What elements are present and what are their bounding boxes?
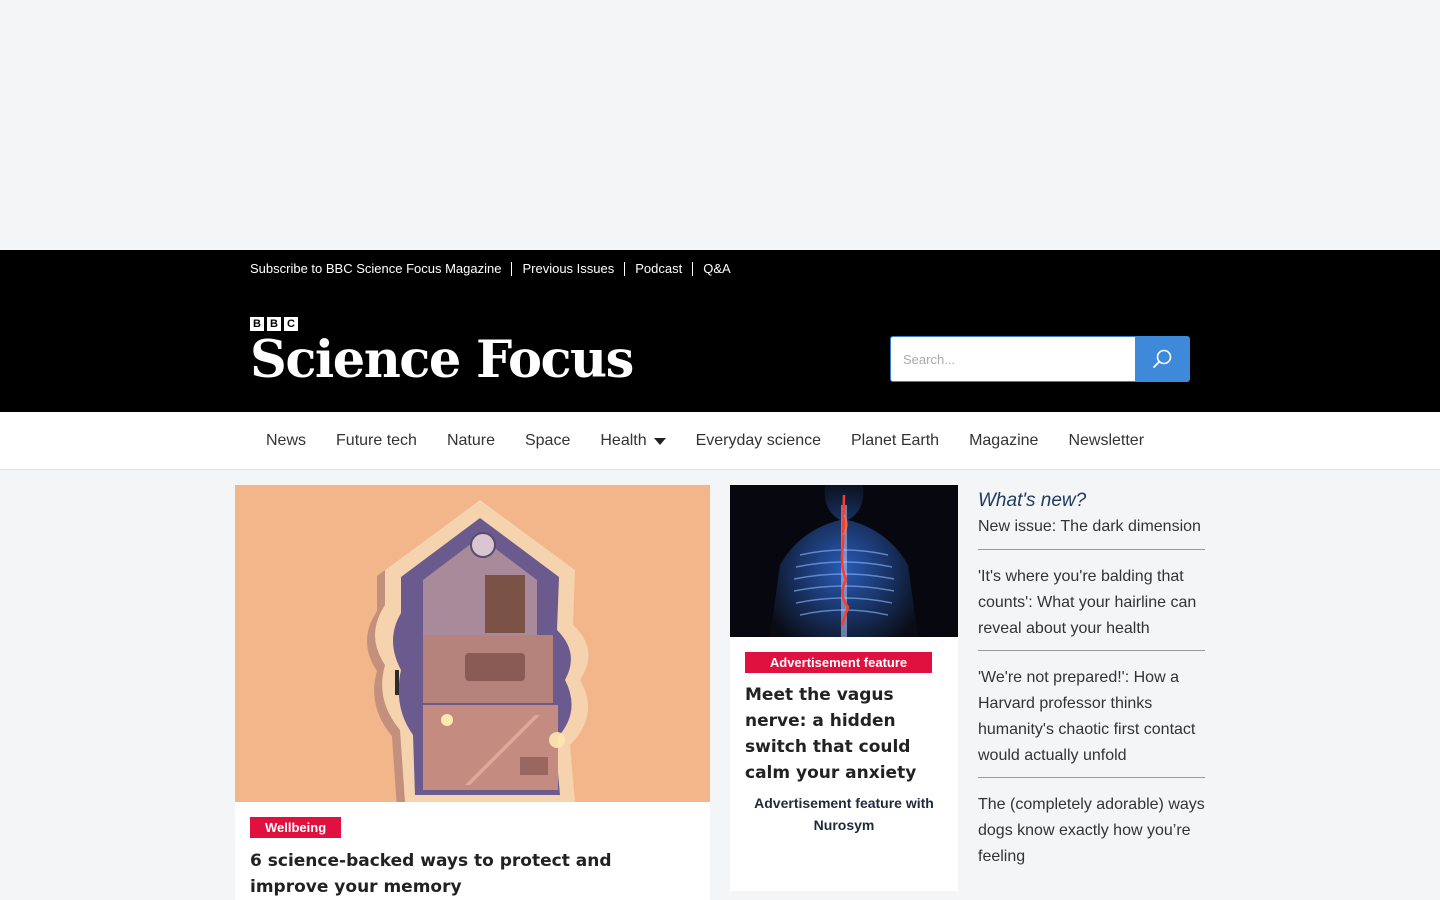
whats-new-heading: What's new? (978, 490, 1087, 511)
whats-new-item[interactable]: The (completely adorable) ways dogs know… (978, 792, 1205, 878)
category-tag[interactable]: Wellbeing (250, 817, 342, 838)
sponsor-label: Advertisement feature with Nurosym (754, 795, 934, 833)
nav-item-planet-earth[interactable]: Planet Earth (836, 432, 954, 450)
nav-item-label: Nature (446, 432, 495, 449)
advertisement-space (0, 0, 1440, 250)
nav-item-label: Newsletter (1068, 432, 1145, 449)
nav-item-label: Space (524, 432, 571, 449)
nav-item-label: Magazine (969, 432, 1039, 449)
subscribe-link[interactable]: Subscribe to BBC Science Focus Magazine (250, 262, 511, 276)
site-logo[interactable]: B B C Science Focus (250, 317, 634, 390)
nav-item-future-tech[interactable]: Future tech (321, 432, 432, 450)
nav-item-newsletter[interactable]: Newsletter (1053, 432, 1159, 450)
nav-item-nature[interactable]: Nature (432, 432, 510, 450)
nav-item-magazine[interactable]: Magazine (954, 432, 1053, 450)
top-links: Subscribe to BBC Science Focus Magazine … (250, 262, 741, 276)
qa-link[interactable]: Q&A (692, 262, 740, 276)
whats-new-panel: What's new? New issue: The dark dimensio… (978, 488, 1205, 892)
masthead: Subscribe to BBC Science Focus Magazine … (0, 250, 1440, 412)
house-head-illustration (235, 485, 710, 802)
article-image-vagus-nerve[interactable] (730, 485, 958, 637)
search-icon (1152, 349, 1171, 368)
main-navigation: News Future tech Nature Space Health Eve… (0, 412, 1440, 470)
nav-item-news[interactable]: News (251, 432, 321, 450)
main-article-card[interactable]: Wellbeing 6 science-backed ways to prote… (235, 485, 710, 900)
podcast-link[interactable]: Podcast (624, 262, 692, 276)
article-title[interactable]: 6 science-backed ways to protect and imp… (250, 848, 695, 900)
search-input[interactable] (890, 336, 1135, 382)
bbc-block-b2: B (267, 317, 281, 331)
whats-new-item[interactable]: New issue: The dark dimension (978, 514, 1205, 550)
article-image-house-illustration[interactable] (235, 485, 710, 802)
nav-item-space[interactable]: Space (510, 432, 585, 450)
bbc-block-c: C (284, 317, 298, 331)
xray-torso-illustration (730, 485, 958, 637)
advertisement-tag: Advertisement feature (745, 652, 932, 673)
previous-issues-link[interactable]: Previous Issues (511, 262, 624, 276)
nav-item-label: Everyday science (695, 432, 821, 449)
whats-new-item[interactable]: 'It's where you're balding that counts':… (978, 564, 1205, 651)
caret-down-icon (653, 437, 666, 445)
nav-item-label: Health (600, 432, 647, 449)
nav-item-health[interactable]: Health (585, 432, 680, 450)
bbc-block-b1: B (250, 317, 264, 331)
nav-item-label: Planet Earth (851, 432, 940, 449)
ad-article-title[interactable]: Meet the vagus nerve: a hidden switch th… (745, 682, 945, 786)
search-form (890, 336, 1190, 382)
ad-feature-card[interactable]: Advertisement feature Meet the vagus ner… (730, 485, 958, 891)
bbc-logo: B B C (250, 317, 633, 331)
nav-item-label: Future tech (336, 432, 417, 449)
logo-wordmark: Science Focus (250, 330, 634, 390)
search-button[interactable] (1135, 336, 1190, 382)
nav-item-everyday-science[interactable]: Everyday science (681, 432, 836, 450)
whats-new-item[interactable]: 'We're not prepared!': How a Harvard pro… (978, 665, 1205, 778)
nav-item-label: News (266, 432, 307, 449)
